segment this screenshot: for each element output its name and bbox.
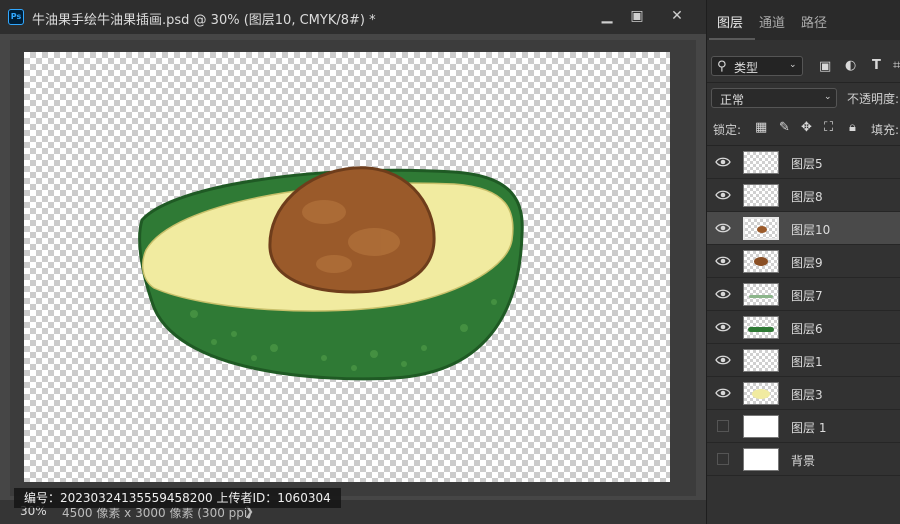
skin-thumb-mark xyxy=(749,295,773,298)
seed-thumb-mark xyxy=(757,226,767,233)
document-window: Ps 牛油果手绘牛油果插画.psd @ 30% (图层10, CMYK/8#) … xyxy=(0,0,706,524)
tab-channels[interactable]: 通道 xyxy=(759,12,785,31)
layer-thumbnail xyxy=(743,448,779,471)
tab-paths[interactable]: 路径 xyxy=(801,12,827,31)
blend-mode-value: 正常 xyxy=(720,93,745,107)
eye-icon[interactable] xyxy=(715,352,731,368)
eye-icon[interactable] xyxy=(715,319,731,335)
layer-name: 背景 xyxy=(791,454,816,468)
adjustment-filter-icon[interactable]: ◐ xyxy=(845,59,856,72)
lock-paint-icon[interactable]: ✎ xyxy=(779,121,790,134)
eye-icon[interactable] xyxy=(715,286,731,302)
layers-panel: 图层 通道 路径 ⚲ 类型 ⌄ ▣ ◐ T ⌗ 正常 ⌄ 不透明度: 锁定: ▦… xyxy=(706,0,900,524)
layer-thumbnail xyxy=(743,283,779,306)
document-title: 牛油果手绘牛油果插画.psd @ 30% (图层10, CMYK/8#) * xyxy=(32,13,376,28)
lock-label: 锁定: xyxy=(713,123,742,137)
artboard-canvas[interactable] xyxy=(24,52,670,482)
type-filter-icon[interactable]: T xyxy=(872,59,881,72)
search-icon: ⚲ xyxy=(717,59,727,74)
eye-icon[interactable] xyxy=(715,220,731,236)
visibility-toggle[interactable] xyxy=(717,420,729,432)
watermark-id-bar: 编号：20230324135559458200 上传者ID：1060304 xyxy=(14,488,341,508)
seed-thumb-mark xyxy=(754,257,768,266)
eye-icon[interactable] xyxy=(715,253,731,269)
document-titlebar[interactable]: Ps 牛油果手绘牛油果插画.psd @ 30% (图层10, CMYK/8#) … xyxy=(0,0,706,34)
layer-row[interactable]: 图层3 xyxy=(707,377,900,410)
layer-row[interactable]: 图层1 xyxy=(707,344,900,377)
divider xyxy=(707,82,900,83)
lock-artboard-icon[interactable]: ⛶ xyxy=(824,121,833,134)
lock-transparent-icon[interactable]: ▦ xyxy=(755,121,767,134)
active-tab-indicator xyxy=(709,38,755,40)
skin-thumb-mark xyxy=(748,327,774,332)
layer-name: 图层5 xyxy=(791,157,823,171)
opacity-label: 不透明度: xyxy=(847,92,900,106)
layer-thumbnail xyxy=(743,184,779,207)
tab-layers[interactable]: 图层 xyxy=(717,12,743,31)
eye-icon[interactable] xyxy=(715,187,731,203)
shape-filter-icon[interactable]: ⌗ xyxy=(893,59,900,72)
image-filter-icon[interactable]: ▣ xyxy=(819,60,831,73)
eye-icon[interactable] xyxy=(715,385,731,401)
layer-thumbnail xyxy=(743,250,779,273)
chevron-down-icon: ⌄ xyxy=(789,60,797,70)
photoshop-icon: Ps xyxy=(8,9,24,25)
layer-name: 图层7 xyxy=(791,289,823,303)
eye-icon[interactable] xyxy=(715,154,731,170)
layer-name: 图层9 xyxy=(791,256,823,270)
maximize-icon[interactable]: ▣ xyxy=(624,6,650,26)
layer-row-hidden[interactable]: 图层 1 xyxy=(707,410,900,443)
visibility-toggle[interactable] xyxy=(717,453,729,465)
panel-tabs: 图层 通道 路径 xyxy=(707,0,900,40)
layer-row-selected[interactable]: 图层10 xyxy=(707,212,900,245)
close-icon[interactable]: ✕ xyxy=(664,6,690,26)
layer-name: 图层6 xyxy=(791,322,823,336)
lock-position-icon[interactable]: ✥ xyxy=(801,121,812,134)
layer-filter-select[interactable]: ⚲ 类型 ⌄ xyxy=(711,56,803,76)
layer-name: 图层8 xyxy=(791,190,823,204)
layer-name: 图层1 xyxy=(791,355,823,369)
layer-name: 图层 1 xyxy=(791,421,827,435)
layer-thumbnail xyxy=(743,316,779,339)
minimize-icon[interactable]: ▁ xyxy=(594,6,620,26)
flesh-thumb-mark xyxy=(752,389,770,399)
layer-name: 图层3 xyxy=(791,388,823,402)
layer-thumbnail xyxy=(743,217,779,240)
layer-row[interactable]: 图层6 xyxy=(707,311,900,344)
blend-mode-select[interactable]: 正常 ⌄ xyxy=(711,88,837,108)
layer-row[interactable]: 图层5 xyxy=(707,146,900,179)
layer-name: 图层10 xyxy=(791,223,831,237)
layer-row[interactable]: 图层7 xyxy=(707,278,900,311)
lock-all-icon[interactable]: 🔒︎ xyxy=(849,121,856,134)
layer-thumbnail xyxy=(743,415,779,438)
layer-row[interactable]: 图层9 xyxy=(707,245,900,278)
layer-thumbnail xyxy=(743,151,779,174)
layer-row[interactable]: 图层8 xyxy=(707,179,900,212)
layer-row-hidden[interactable]: 背景 xyxy=(707,443,900,476)
fill-label: 填充: xyxy=(871,123,900,137)
avocado-illustration xyxy=(138,166,524,381)
layer-thumbnail xyxy=(743,349,779,372)
chevron-down-icon: ⌄ xyxy=(824,92,832,102)
layer-filter-label: 类型 xyxy=(734,61,759,75)
layer-thumbnail xyxy=(743,382,779,405)
